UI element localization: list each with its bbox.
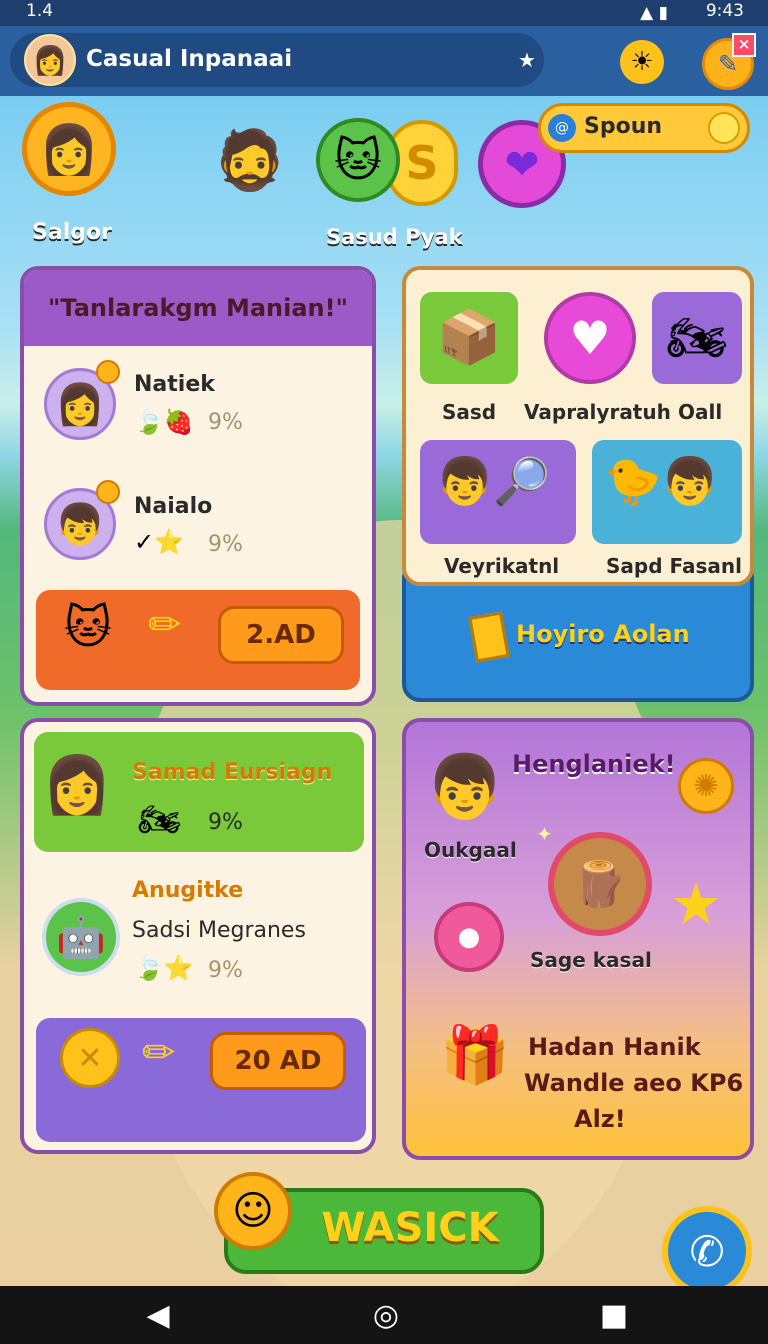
shop-action-label: Hoyiro Aolan — [516, 620, 690, 648]
promo-headline-1: Hadan Hanik — [528, 1033, 701, 1061]
shop-label-3: Oall — [678, 400, 723, 424]
event-claim-button[interactable]: 20 AD — [210, 1032, 346, 1090]
mission-panel: "Tanlarakgm Manian!" 👩 Natiek 🍃🍓 9% 👦 Na… — [20, 266, 376, 706]
status-bar: 1.4 ▲ ▮ 9:43 — [0, 0, 768, 26]
pencil-icon: ✏ — [148, 602, 182, 648]
pet-cat-icon[interactable]: 🐱 — [316, 118, 400, 202]
resource-label: Spoun — [584, 114, 663, 139]
back-icon[interactable]: ◀ — [138, 1300, 178, 1332]
boy-character-icon: 👦 — [426, 750, 504, 823]
badge-icon — [96, 480, 120, 504]
leaf-strawberry-icon: 🍃🍓 — [134, 408, 194, 436]
gift-icon: 🎁 — [440, 1023, 510, 1088]
shop-panel: 📦 ♥ 🏍 Sasd Vapralyratuh Oall 👦🔎 🐤👦 Veyri… — [402, 266, 754, 586]
mission-title: "Tanlarakgm Manian!" — [47, 294, 349, 322]
sun-icon: ✺ — [678, 758, 734, 814]
promo-panel[interactable]: 👦 Henglaniek! ✺ Oukgaal 🪵 ★ ✦ ● Sage kas… — [402, 718, 754, 1160]
featured-reward: 9% — [208, 810, 243, 835]
sun-icon[interactable]: ☀ — [620, 40, 664, 84]
status-left-text: 1.4 — [26, 1, 54, 21]
character-label: Oukgaal — [424, 838, 517, 862]
resource-icon: @ — [548, 114, 576, 142]
boy-magnifier-icon: 👦🔎 — [436, 454, 551, 508]
gold-coin-icon: ✕ — [60, 1028, 120, 1088]
sun-mascot-icon: ☺ — [214, 1172, 292, 1250]
play-button-label: WASICK — [321, 1205, 499, 1251]
robot-pet-icon[interactable]: 🤖 — [42, 898, 120, 976]
helmet-icon: ● — [434, 902, 504, 972]
player-avatar[interactable]: 👩 — [22, 102, 116, 196]
recents-icon[interactable]: ■ — [594, 1300, 634, 1332]
shop-item-3[interactable]: 🏍 — [652, 292, 742, 384]
home-icon[interactable]: ◎ — [366, 1300, 406, 1332]
friend-avatar[interactable]: 🧔 — [210, 115, 290, 205]
mission-name-2: Naialo — [134, 494, 213, 519]
second-event-reward: 9% — [208, 958, 243, 983]
shop-item-1[interactable]: 📦 — [420, 292, 518, 384]
event-panel: 👩 Samad Eursiagn 🏍 9% 🤖 Anugitke Sadsi M… — [20, 718, 376, 1154]
pencil-icon: ✏ — [142, 1030, 176, 1076]
leaf-star-icon: ✓⭐ — [134, 528, 184, 556]
shop-item-5[interactable]: 🐤👦 — [592, 440, 742, 544]
barrel-icon: 🪵 — [548, 832, 652, 936]
promo-headline-2: Wandle aeo KP6 — [524, 1069, 744, 1097]
status-time: 9:43 — [705, 1, 744, 21]
promo-title: Henglaniek! — [512, 750, 676, 778]
star-icon: ★ — [670, 870, 722, 938]
girl-avatar-icon: 👩 — [42, 753, 112, 818]
item-label: Sage kasal — [530, 948, 652, 972]
second-event-title: Anugitke — [132, 878, 244, 903]
featured-title: Samad Eursiagn — [132, 760, 333, 785]
gold-coin-icon — [708, 112, 740, 144]
signal-icon: ▲ ▮ — [640, 3, 668, 23]
player-name: Salgor — [32, 220, 112, 245]
close-icon[interactable]: × — [732, 33, 756, 57]
mission-name-1: Natiek — [134, 372, 215, 397]
pet-boy-icon: 🐤👦 — [604, 454, 719, 508]
cat-icon: 🐱 — [64, 600, 112, 654]
shop-item-4[interactable]: 👦🔎 — [420, 440, 576, 544]
mission-claim-button[interactable]: 2.AD — [218, 606, 344, 664]
shop-label-5: Sapd Fasanl — [606, 554, 742, 578]
avatar-icon[interactable]: 👩 — [24, 34, 76, 86]
game-title: Casual Inpanaai — [86, 46, 293, 72]
star-icon[interactable]: ★ — [518, 48, 536, 72]
center-label: Sasud Pyak — [326, 225, 463, 249]
heart-token-icon[interactable]: ♥ — [544, 292, 636, 384]
motorbike-icon: 🏍 — [666, 310, 728, 366]
leaf-star-icon: 🍃⭐ — [134, 954, 194, 982]
crate-icon: 📦 — [436, 308, 502, 368]
motorbike-icon: 🏍 — [138, 800, 182, 840]
promo-headline-3: Alz! — [574, 1105, 626, 1133]
shop-label-1: Sasd — [442, 400, 497, 424]
shop-label-4: Veyrikatnl — [444, 554, 560, 578]
sparkle-icon: ✦ — [536, 822, 553, 846]
badge-icon — [96, 360, 120, 384]
shop-label-2: Vapralyratuh — [524, 400, 671, 424]
phone-icon[interactable]: ✆ — [662, 1206, 752, 1296]
second-event-subtitle: Sadsi Megranes — [132, 918, 306, 943]
mission-reward-2: 9% — [208, 532, 243, 557]
mission-reward-1: 9% — [208, 410, 243, 435]
